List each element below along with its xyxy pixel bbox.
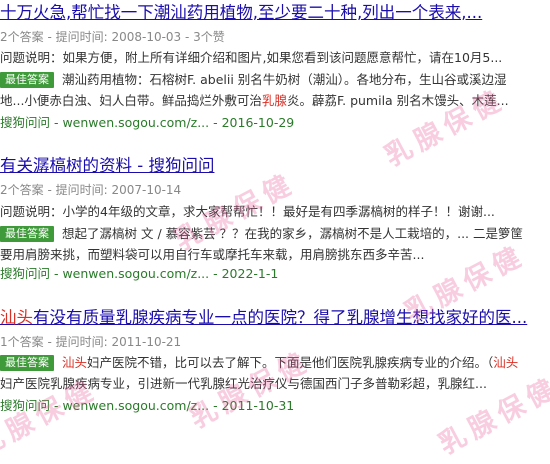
best-answer-line-1: 最佳答案 汕头妇产医院不错，比可以去了解下。下面是他们医院乳腺疾病专业的介绍。（汕…: [0, 353, 546, 373]
best-answer-badge: 最佳答案: [0, 226, 54, 242]
result-source-link[interactable]: 搜狗问问 - wenwen.sogou.com/z... - 2016-10-2…: [0, 113, 294, 133]
result-meta: 1个答案 - 提问时间: 2011-10-21: [0, 335, 182, 349]
result-source-link[interactable]: 搜狗问问 - wenwen.sogou.com/z... - 2011-10-3…: [0, 396, 294, 416]
best-answer-badge: 最佳答案: [0, 355, 54, 371]
best-answer-line-1: 最佳答案 潮汕药用植物：石榕树F. abelii 别名牛奶树（潮汕）。各地分布，生…: [0, 70, 546, 90]
best-answer-line-2: 妇产医院乳腺疾病专业，引进新一代乳腺红光治疗仪与德国西门子多普勒彩超，乳腺红..…: [0, 376, 487, 391]
result-title-link[interactable]: 有关潺槁树的资料 - 搜狗问问: [0, 153, 545, 179]
best-answer-line-2: 地...小便赤白浊、妇人白带。鲜品捣烂外敷可治乳腺炎。薜荔F. pumila 别…: [0, 93, 509, 108]
best-answer-badge: 最佳答案: [0, 72, 54, 88]
result-title-link[interactable]: 汕头有没有质量乳腺疾病专业一点的医院？得了乳腺增生想找家好的医...: [0, 305, 545, 331]
result-meta: 2个答案 - 提问时间: 2007-10-14: [0, 183, 182, 197]
best-answer-line-2: 要用肩膀来挑，而塑料袋可以用自行车或摩托车来载，用肩膀挑东西多辛苦...: [0, 247, 425, 262]
result-description: 问题说明：如果方便，附上所有详细介绍和图片,如果您看到该问题愿意帮忙，请在10月…: [0, 50, 503, 65]
result-source-link[interactable]: 搜狗问问 - wenwen.sogou.com/z... - 2022-1-1: [0, 264, 278, 284]
best-answer-line-1: 最佳答案 想起了潺槁树 文 / 慕容紫芸 ？？在我的家乡，潺槁树不是人工栽培的，.…: [0, 224, 546, 244]
result-description: 问题说明：小学的4年级的文章，求大家帮帮忙！！最好是有四季潺槁树的样子！！谢谢.…: [0, 204, 495, 219]
result-title-link[interactable]: 十万火急,帮忙找一下潮汕药用植物,至少要二十种,列出一个表来,...: [0, 0, 545, 26]
result-meta: 2个答案 - 提问时间: 2008-10-03 - 3个赞: [0, 30, 225, 44]
